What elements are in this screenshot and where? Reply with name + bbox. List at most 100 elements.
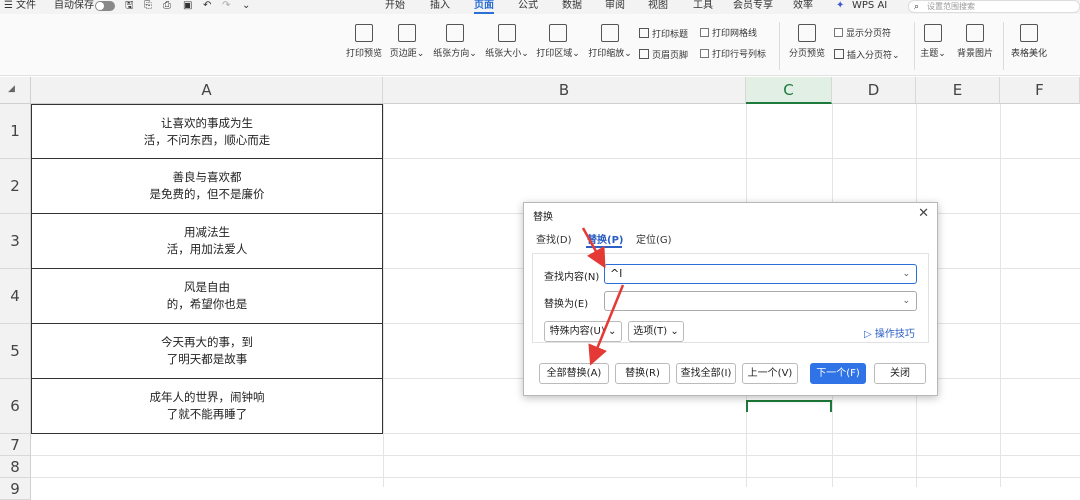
wps-ai-button[interactable]: WPS AI	[852, 0, 887, 12]
select-all-corner[interactable]: ◢	[0, 77, 31, 104]
print-gridlines-checkbox[interactable]: 打印网格线	[700, 28, 757, 40]
cell-a5-line1: 今天再大的事，到	[161, 335, 253, 349]
search-box[interactable]: ⌕ 设置范围搜索	[908, 0, 1080, 13]
print-scale-button[interactable]: 打印缩放⌄	[587, 24, 633, 70]
margins-button[interactable]: 页边距⌄	[389, 24, 425, 70]
row-header-9[interactable]: 9	[0, 478, 31, 500]
row-header-3[interactable]: 3	[0, 214, 31, 269]
find-dropdown-icon[interactable]: ⌄	[902, 265, 910, 283]
column-header-b[interactable]: B	[383, 77, 746, 104]
cell-a3[interactable]: 用减法生活，用加法爱人	[31, 214, 383, 269]
preview-icon[interactable]: ▣	[183, 0, 192, 12]
previous-button[interactable]: 上一个(V)	[742, 363, 798, 384]
print-preview-button[interactable]: 打印预览	[345, 24, 383, 70]
redo-icon[interactable]: ↷	[222, 0, 230, 12]
tab-review[interactable]: 审阅	[605, 0, 625, 12]
header-footer-icon	[639, 49, 649, 59]
ribbon-toolbar: 打印预览 页边距⌄ 纸张方向⌄ 纸张大小⌄ 打印区域⌄ 打印缩放⌄ 打印标题 页…	[0, 14, 1080, 76]
tab-replace[interactable]: 替换(P)	[587, 231, 623, 246]
print-title-button[interactable]: 打印标题	[639, 28, 688, 41]
cell-a5[interactable]: 今天再大的事，到 了明天都是故事	[31, 324, 383, 379]
print-icon[interactable]: ⎙	[163, 0, 171, 12]
table-beautify-button[interactable]: 表格美化	[1009, 24, 1049, 70]
active-cell-selection[interactable]	[746, 400, 832, 412]
tab-home[interactable]: 开始	[385, 0, 405, 12]
row-header-5[interactable]: 5	[0, 324, 31, 379]
theme-button[interactable]: 主题⌄	[920, 24, 946, 70]
tab-formula[interactable]: 公式	[518, 0, 538, 12]
header-footer-button[interactable]: 页眉页脚	[639, 49, 688, 62]
cell-a1-line1: 让喜欢的事成为生	[161, 115, 253, 130]
row-header-8[interactable]: 8	[0, 456, 31, 478]
background-image-button[interactable]: 背景图片	[955, 24, 995, 70]
tab-page[interactable]: 页面	[474, 0, 494, 14]
row-header-7[interactable]: 7	[0, 434, 31, 456]
replace-button[interactable]: 替换(R)	[615, 363, 670, 384]
find-what-input[interactable]: ^l ⌄	[604, 264, 917, 284]
column-header-c[interactable]: C	[746, 77, 832, 104]
background-image-icon	[966, 24, 984, 42]
options-dropdown[interactable]: 选项(T) ⌄	[628, 321, 684, 342]
ribbon-divider	[779, 22, 780, 70]
print-row-col-checkbox[interactable]: 打印行号列标	[700, 49, 766, 61]
print-title-label: 打印标题	[652, 30, 689, 40]
column-header-a[interactable]: A	[31, 77, 383, 104]
tab-view[interactable]: 视图	[648, 0, 668, 12]
print-row-col-label: 打印行号列标	[712, 50, 767, 60]
cell-a3-line2: 活，用加法爱人	[166, 242, 248, 256]
cell-a1-line2: 活，不问东西，顺心而走	[143, 132, 271, 147]
close-button[interactable]: 关闭	[874, 363, 926, 384]
file-menu[interactable]: 文件	[16, 0, 36, 12]
show-page-break-checkbox[interactable]: 显示分页符	[834, 28, 891, 40]
show-page-break-label: 显示分页符	[846, 29, 892, 39]
page-break-preview-button[interactable]: 分页预览	[787, 24, 827, 70]
orientation-button[interactable]: 纸张方向⌄	[432, 24, 478, 70]
tab-insert[interactable]: 插入	[430, 0, 450, 12]
special-content-dropdown[interactable]: 特殊内容(U) ⌄	[544, 321, 622, 342]
save-icon[interactable]: 🖫	[125, 0, 134, 12]
more-chevron-icon[interactable]: ⌄	[242, 0, 250, 12]
row-header-6[interactable]: 6	[0, 379, 31, 434]
paper-size-button[interactable]: 纸张大小⌄	[484, 24, 530, 70]
tab-goto[interactable]: 定位(G)	[636, 231, 672, 246]
cell-a2[interactable]: 善良与喜欢都 是免费的，但不是廉价	[31, 159, 383, 214]
hamburger-icon[interactable]: ☰	[4, 0, 13, 12]
gridline	[383, 104, 384, 487]
gridline	[31, 455, 1080, 456]
table-beautify-icon	[1020, 24, 1038, 42]
replace-with-input[interactable]: ⌄	[604, 291, 917, 311]
cell-a6[interactable]: 成年人的世界，闹钟响 了就不能再睡了	[31, 379, 383, 434]
print-area-button[interactable]: 打印区域⌄	[535, 24, 581, 70]
cell-a3-line1: 用减法生	[184, 225, 230, 239]
header-footer-label: 页眉页脚	[652, 51, 689, 61]
row-header-1[interactable]: 1	[0, 104, 31, 159]
insert-page-break-button[interactable]: 插入分页符⌄	[834, 49, 900, 62]
page-break-preview-icon	[798, 24, 816, 42]
next-button[interactable]: 下一个(F)	[810, 363, 866, 384]
tips-link[interactable]: ▷ 操作技巧	[864, 325, 915, 340]
cell-a4[interactable]: 风是自由 的，希望你也是	[31, 269, 383, 324]
tab-find[interactable]: 查找(D)	[536, 231, 572, 246]
corner-triangle-icon: ◢	[8, 84, 15, 94]
tab-efficiency[interactable]: 效率	[793, 0, 813, 12]
replace-all-button[interactable]: 全部替换(A)	[539, 363, 609, 384]
export-icon[interactable]: ⎘	[144, 0, 152, 12]
find-all-button[interactable]: 查找全部(I)	[676, 363, 736, 384]
replace-dialog: 替换 ✕ 查找(D) 替换(P) 定位(G) 查找内容(N) ^l ⌄ 替换为(…	[523, 202, 938, 396]
undo-icon[interactable]: ↶	[203, 0, 211, 12]
row-header-4[interactable]: 4	[0, 269, 31, 324]
replace-dropdown-icon[interactable]: ⌄	[902, 292, 910, 310]
cell-a1[interactable]: 让喜欢的事成为生活，不问东西，顺心而走	[31, 104, 383, 159]
tab-member[interactable]: 会员专享	[733, 0, 773, 12]
column-header-e[interactable]: E	[916, 77, 1000, 104]
gridline	[1000, 104, 1001, 487]
print-area-label: 打印区域	[536, 49, 573, 59]
tab-tools[interactable]: 工具	[693, 0, 713, 12]
row-header-2[interactable]: 2	[0, 159, 31, 214]
page-break-icon	[834, 49, 844, 59]
autosave-toggle[interactable]	[95, 1, 115, 11]
column-header-f[interactable]: F	[1000, 77, 1080, 104]
tab-data[interactable]: 数据	[562, 0, 582, 12]
column-header-d[interactable]: D	[832, 77, 916, 104]
close-icon[interactable]: ✕	[918, 206, 929, 221]
